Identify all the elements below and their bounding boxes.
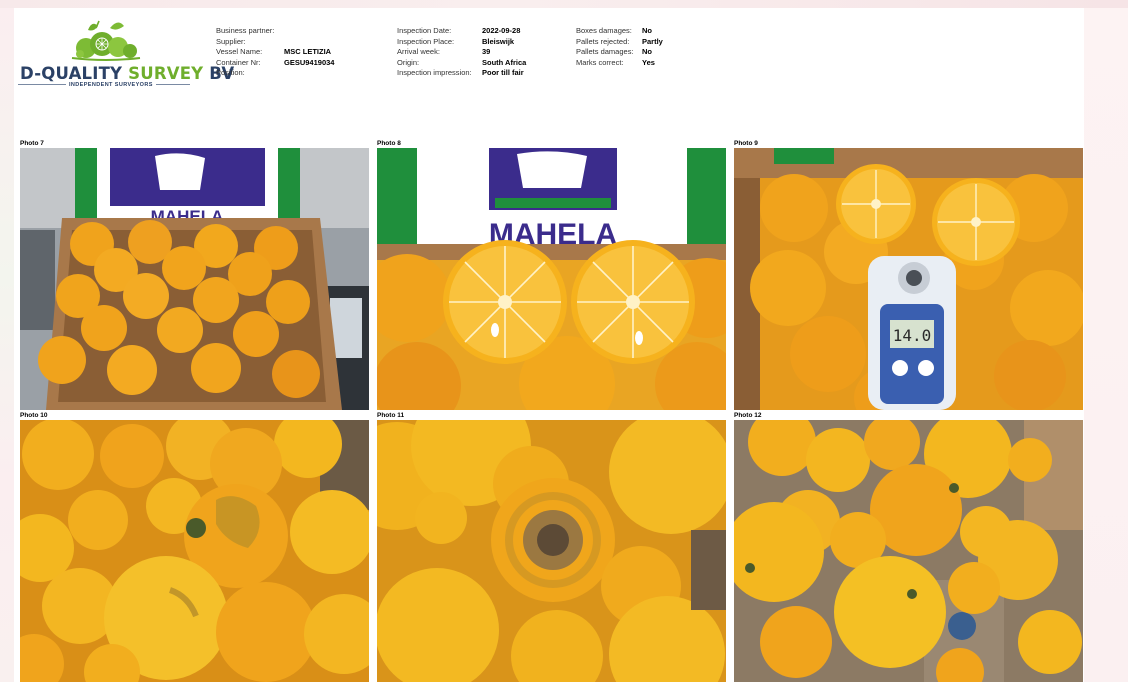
info-label: Business partner: bbox=[216, 26, 275, 35]
info-column-vessel: Business partner: Supplier: Vessel Name:… bbox=[216, 26, 376, 79]
info-label: Container Nr: bbox=[216, 57, 261, 67]
info-row: Boxes damages: No bbox=[576, 26, 696, 37]
info-label: Boxes damages: bbox=[576, 26, 632, 35]
info-row: Inspection Place: Bleiswijk bbox=[397, 37, 567, 48]
info-column-condition: Boxes damages: No Pallets rejected: Partly… bbox=[576, 26, 696, 68]
logo-name-part1: D-QUALITY bbox=[20, 64, 123, 83]
info-row: Pallets damages: No bbox=[576, 47, 696, 58]
info-label: Arrival week: bbox=[397, 47, 440, 57]
fruit-basket-icon bbox=[66, 18, 146, 62]
decayed-orange-photo bbox=[377, 420, 726, 682]
info-value: No bbox=[642, 47, 652, 57]
photo-7-label: Photo 7 bbox=[20, 140, 44, 147]
oranges-in-box-photo bbox=[734, 420, 1083, 682]
info-value: 2022-09-28 bbox=[482, 26, 521, 35]
logo-tagline: INDEPENDENT SURVEYORS bbox=[66, 82, 156, 88]
info-row: Position: bbox=[216, 68, 376, 79]
info-row: Marks correct: Yes bbox=[576, 58, 696, 69]
info-row: Inspection impression: Poor till fair bbox=[397, 68, 567, 79]
page-tint-left bbox=[0, 8, 14, 682]
info-label: Marks correct: bbox=[576, 57, 624, 67]
photo-9-label: Photo 9 bbox=[734, 140, 758, 147]
brix-meter-photo: 14.0 bbox=[734, 148, 1083, 410]
info-value: No bbox=[642, 26, 652, 35]
info-row: Pallets rejected: Partly bbox=[576, 37, 696, 48]
info-label: Supplier: bbox=[216, 36, 246, 46]
page-tint-right bbox=[1084, 8, 1128, 682]
info-value: Bleiswijk bbox=[482, 36, 515, 46]
info-value: South Africa bbox=[482, 57, 527, 67]
photo-12-label: Photo 12 bbox=[734, 412, 762, 419]
photo-10-label: Photo 10 bbox=[20, 412, 48, 419]
logo-wordmark: D-QUALITY SURVEY BV bbox=[20, 64, 234, 83]
info-label: Vessel Name: bbox=[216, 47, 263, 57]
photo-11-label: Photo 11 bbox=[377, 412, 405, 419]
company-logo: D-QUALITY SURVEY BV INDEPENDENT SURVEYOR… bbox=[18, 18, 234, 90]
info-row: Arrival week: 39 bbox=[397, 47, 567, 58]
info-row: Inspection Date: 2022-09-28 bbox=[397, 26, 567, 37]
page-tint-top bbox=[0, 0, 1128, 8]
info-column-inspection: Inspection Date: 2022-09-28 Inspection Pl… bbox=[397, 26, 567, 79]
info-row: Business partner: bbox=[216, 26, 376, 37]
info-label: Inspection Date: bbox=[397, 26, 452, 35]
info-value: Poor till fair bbox=[482, 68, 524, 78]
halved-orange-photo: MAHELA bbox=[377, 148, 726, 410]
info-row: Origin: South Africa bbox=[397, 58, 567, 69]
info-value: GESU9419034 bbox=[284, 57, 335, 67]
photo-8-label: Photo 8 bbox=[377, 140, 401, 147]
info-value: Yes bbox=[642, 57, 655, 67]
info-label: Pallets damages: bbox=[576, 47, 634, 57]
logo-name-part2: SURVEY bbox=[128, 64, 204, 83]
info-row: Container Nr: GESU9419034 bbox=[216, 58, 376, 69]
info-row: Supplier: bbox=[216, 37, 376, 48]
info-value: MSC LETIZIA bbox=[284, 47, 332, 57]
blemished-oranges-photo bbox=[20, 420, 369, 682]
brix-reading: 14.0 bbox=[893, 326, 932, 345]
info-value: Partly bbox=[642, 36, 663, 46]
info-row: Vessel Name: MSC LETIZIA bbox=[216, 47, 376, 58]
info-label: Pallets rejected: bbox=[576, 36, 630, 46]
info-label: Origin: bbox=[397, 57, 420, 67]
crate-of-oranges-photo: MAHELA bbox=[20, 148, 369, 410]
info-label: Position: bbox=[216, 68, 245, 78]
info-value: 39 bbox=[482, 47, 491, 57]
info-label: Inspection Place: bbox=[397, 36, 455, 46]
info-label: Inspection impression: bbox=[397, 68, 472, 78]
